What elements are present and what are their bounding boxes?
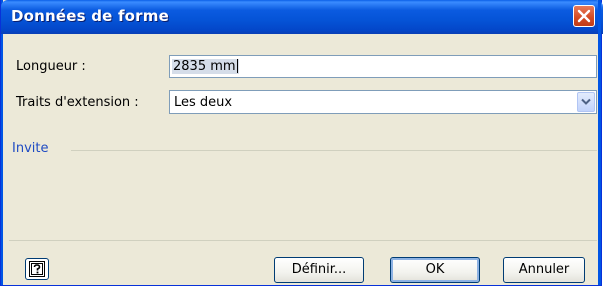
length-value: 2835 mm bbox=[172, 59, 239, 74]
text-caret bbox=[236, 59, 238, 73]
define-button[interactable]: Définir... bbox=[274, 257, 364, 283]
group-divider bbox=[71, 150, 597, 151]
prompt-group-title: Invite bbox=[12, 141, 49, 156]
cancel-button[interactable]: Annuler bbox=[503, 257, 585, 283]
close-button[interactable] bbox=[573, 5, 595, 27]
length-label: Longueur : bbox=[16, 59, 86, 74]
footer-divider bbox=[9, 240, 597, 241]
dropdown-button[interactable] bbox=[577, 92, 595, 112]
help-button[interactable] bbox=[25, 258, 49, 280]
dialog-window: Données de forme Longueur : 2835 mm Trai… bbox=[0, 0, 603, 286]
extension-select[interactable]: Les deux bbox=[169, 90, 597, 114]
extension-label: Traits d'extension : bbox=[16, 95, 139, 110]
extension-value: Les deux bbox=[174, 95, 233, 110]
length-input[interactable]: 2835 mm bbox=[169, 55, 597, 78]
ok-button[interactable]: OK bbox=[390, 257, 480, 283]
dialog-title: Données de forme bbox=[11, 7, 169, 25]
title-bar[interactable]: Données de forme bbox=[1, 0, 603, 34]
